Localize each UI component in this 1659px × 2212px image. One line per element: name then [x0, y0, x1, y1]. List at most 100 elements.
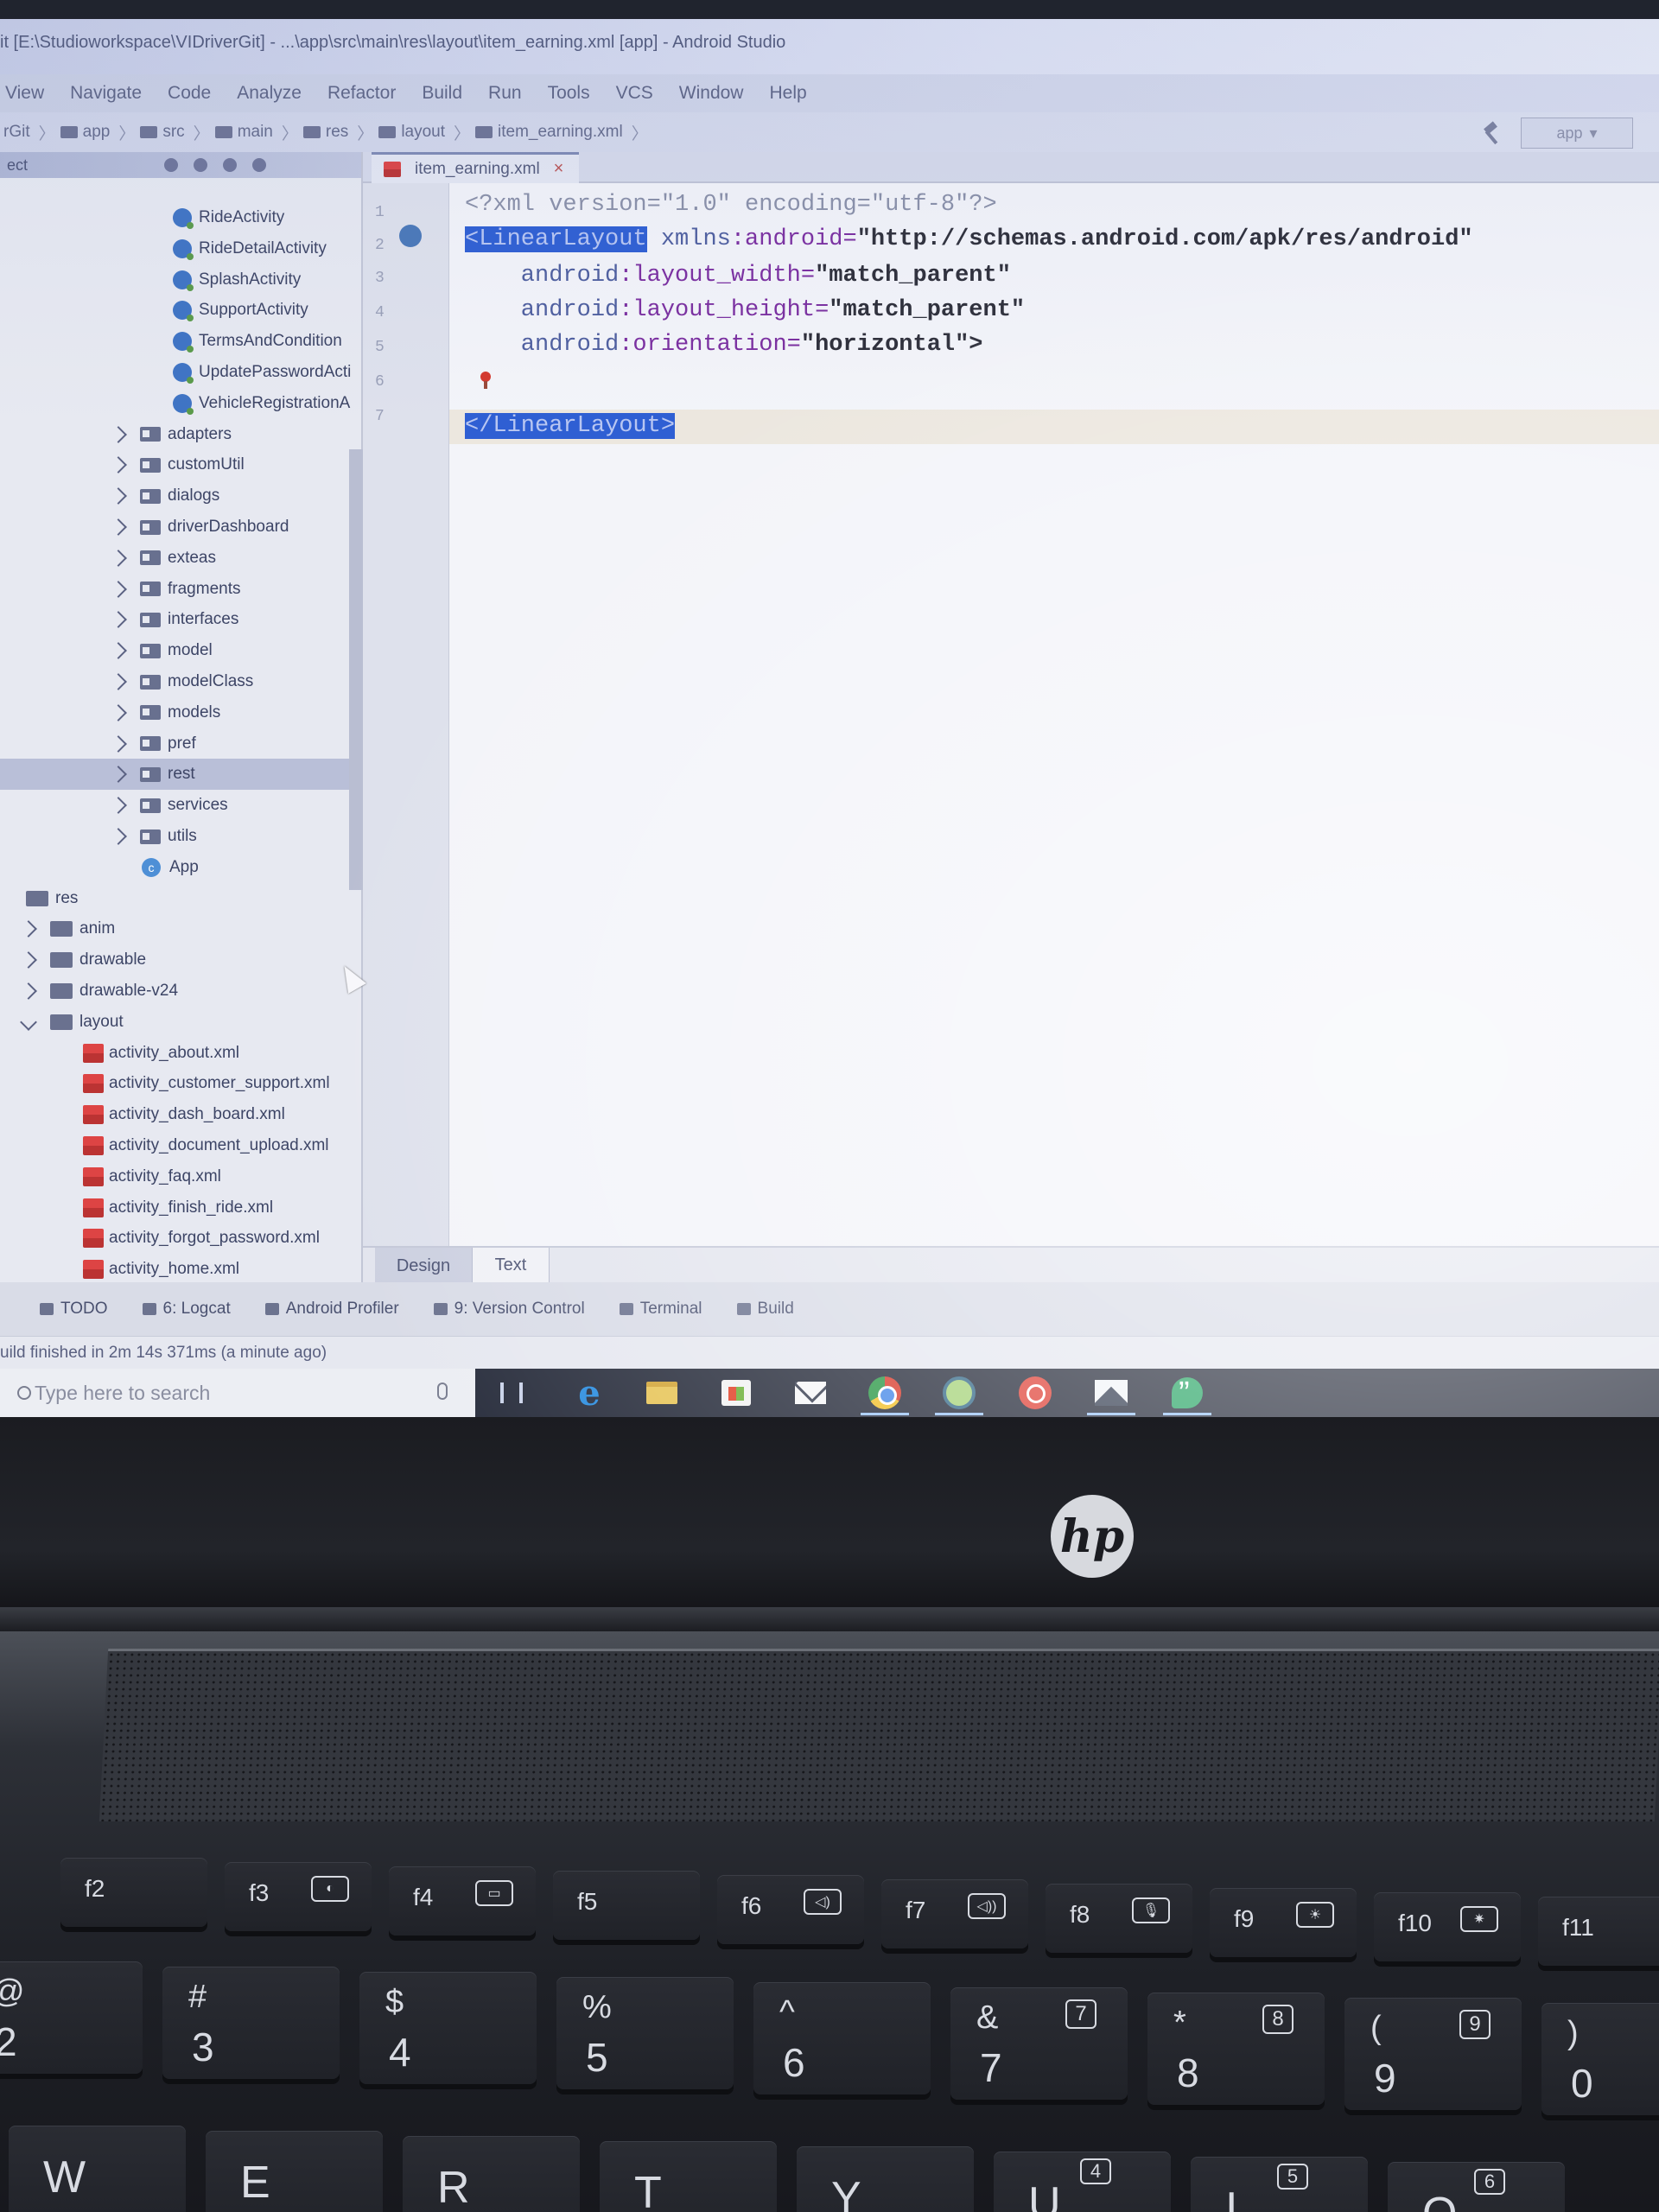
tree-item-adapters[interactable]: adapters	[0, 419, 363, 450]
tree-item-layout[interactable]: layout	[0, 1007, 363, 1038]
menu-refactor[interactable]: Refactor	[327, 83, 396, 104]
breadcrumb-app[interactable]: app 〉	[60, 121, 135, 144]
tree-item-dialogs[interactable]: dialogs	[0, 480, 363, 512]
key-f6[interactable]: f6 ◁)	[717, 1875, 864, 1944]
phpstorm-icon[interactable]	[1016, 1376, 1054, 1410]
tree-item-app[interactable]: c App	[0, 852, 363, 883]
chevron-right-icon[interactable]	[110, 703, 127, 721]
menu-window[interactable]: Window	[679, 83, 744, 104]
tab-design[interactable]: Design	[375, 1248, 472, 1284]
key-e[interactable]: E	[206, 2131, 383, 2212]
tool-terminal[interactable]: Terminal	[619, 1300, 702, 1319]
chevron-right-icon[interactable]	[20, 920, 37, 938]
chevron-down-icon[interactable]	[20, 1013, 37, 1031]
tab-item-earning-xml[interactable]: item_earning.xml ×	[372, 152, 579, 183]
tool-version-control[interactable]: 9: Version Control	[433, 1300, 585, 1319]
key-f11[interactable]: f11	[1538, 1897, 1659, 1966]
menu-build[interactable]: Build	[422, 83, 462, 104]
chevron-right-icon[interactable]	[110, 487, 127, 505]
key-y[interactable]: Y	[797, 2146, 974, 2212]
microphone-icon[interactable]	[437, 1382, 448, 1400]
task-view-icon[interactable]	[493, 1376, 531, 1410]
tree-item-activity-document-upload-xml[interactable]: activity_document_upload.xml	[0, 1130, 363, 1161]
chevron-right-icon[interactable]	[110, 425, 127, 443]
sync-icon[interactable]	[164, 158, 179, 172]
key-5[interactable]: % 5	[556, 1977, 734, 2089]
tree-item-activity-about-xml[interactable]: activity_about.xml	[0, 1038, 363, 1069]
chevron-right-icon[interactable]	[110, 766, 127, 784]
tree-item-activity-home-xml[interactable]: activity_home.xml	[0, 1254, 363, 1285]
tree-item-supportactivity[interactable]: SupportActivity	[0, 295, 363, 326]
chevron-right-icon[interactable]	[110, 611, 127, 629]
chevron-right-icon[interactable]	[110, 549, 127, 567]
tree-item-activity-faq-xml[interactable]: activity_faq.xml	[0, 1161, 363, 1192]
code-editor[interactable]: <?xml version="1.0" encoding="utf-8"?> <…	[449, 183, 1659, 1246]
hangouts-icon[interactable]	[1163, 1376, 1211, 1415]
file-explorer-icon[interactable]	[643, 1376, 681, 1410]
menu-run[interactable]: Run	[488, 83, 522, 104]
key-f10[interactable]: f10 ✷	[1374, 1892, 1521, 1961]
tree-item-res[interactable]: res	[0, 883, 363, 914]
tool-logcat[interactable]: 6: Logcat	[142, 1300, 231, 1319]
tree-item-ridedetailactivity[interactable]: RideDetailActivity	[0, 233, 363, 264]
chevron-right-icon[interactable]	[110, 642, 127, 660]
tree-item-interfaces[interactable]: interfaces	[0, 604, 363, 635]
tree-item-rest[interactable]: rest	[0, 759, 363, 791]
key-0[interactable]: ) 0	[1541, 2003, 1659, 2115]
run-configuration-select[interactable]: app ▾	[1521, 118, 1633, 149]
key-9[interactable]: (9 9	[1344, 1998, 1522, 2110]
hide-icon[interactable]	[252, 158, 267, 172]
tool-build[interactable]: Build	[736, 1300, 794, 1319]
key-7[interactable]: & 7 7	[950, 1987, 1128, 2100]
tree-item-activity-forgot-password-xml[interactable]: activity_forgot_password.xml	[0, 1223, 363, 1254]
tab-text[interactable]: Text	[472, 1248, 550, 1284]
photos-icon[interactable]	[1087, 1376, 1135, 1415]
chevron-right-icon[interactable]	[20, 982, 37, 1000]
key-w[interactable]: W	[9, 2126, 186, 2212]
chevron-right-icon[interactable]	[110, 580, 127, 598]
key-f7[interactable]: f7 ◁))	[881, 1879, 1028, 1948]
android-studio-icon[interactable]	[935, 1376, 983, 1415]
chevron-right-icon[interactable]	[110, 828, 127, 845]
mail-icon[interactable]	[791, 1376, 830, 1410]
menu-tools[interactable]: Tools	[548, 83, 590, 104]
menu-vcs[interactable]: VCS	[616, 83, 653, 104]
store-icon[interactable]	[717, 1376, 755, 1410]
tree-item-updatepasswordacti[interactable]: UpdatePasswordActi	[0, 357, 363, 388]
tree-scrollbar[interactable]	[349, 449, 363, 890]
tree-item-vehicleregistrationa[interactable]: VehicleRegistrationA	[0, 388, 363, 419]
breadcrumb-layout[interactable]: layout 〉	[378, 121, 470, 144]
key-t[interactable]: T	[600, 2141, 777, 2212]
tree-item-model[interactable]: model	[0, 635, 363, 666]
key-f3[interactable]: f3 ◐	[225, 1862, 372, 1931]
tree-item-pref[interactable]: pref	[0, 728, 363, 760]
breadcrumb-file[interactable]: item_earning.xml 〉	[475, 121, 648, 144]
tree-item-activity-finish-ride-xml[interactable]: activity_finish_ride.xml	[0, 1192, 363, 1224]
tree-item-customutil[interactable]: customUtil	[0, 449, 363, 480]
chevron-right-icon[interactable]	[110, 673, 127, 690]
tree-item-splashactivity[interactable]: SplashActivity	[0, 264, 363, 296]
menu-code[interactable]: Code	[168, 83, 211, 104]
tree-item-anim[interactable]: anim	[0, 913, 363, 944]
gear-icon[interactable]	[223, 158, 238, 172]
key-6[interactable]: ^ 6	[753, 1982, 931, 2094]
key-2[interactable]: @2	[0, 1961, 143, 2074]
key-3[interactable]: #3	[162, 1967, 340, 2079]
chevron-right-icon[interactable]	[20, 951, 37, 969]
tree-item-termsandcondition[interactable]: TermsAndCondition	[0, 326, 363, 357]
collapse-icon[interactable]	[194, 158, 208, 172]
key-u[interactable]: U4	[994, 2152, 1171, 2212]
tree-item-activity-dash-board-xml[interactable]: activity_dash_board.xml	[0, 1099, 363, 1130]
key-f9[interactable]: f9 ☀	[1210, 1888, 1357, 1957]
hammer-icon[interactable]	[1479, 121, 1503, 145]
tree-item-fragments[interactable]: fragments	[0, 574, 363, 605]
tree-item-drawable[interactable]: drawable	[0, 944, 363, 976]
chevron-right-icon[interactable]	[110, 734, 127, 753]
key-i[interactable]: I5	[1191, 2157, 1368, 2212]
key-f2[interactable]: f2	[60, 1858, 207, 1927]
tree-item-modelclass[interactable]: modelClass	[0, 666, 363, 697]
tool-todo[interactable]: TODO	[40, 1300, 108, 1319]
key-o[interactable]: O6	[1388, 2162, 1565, 2212]
tree-item-services[interactable]: services	[0, 790, 363, 821]
key-r[interactable]: R	[403, 2136, 580, 2212]
